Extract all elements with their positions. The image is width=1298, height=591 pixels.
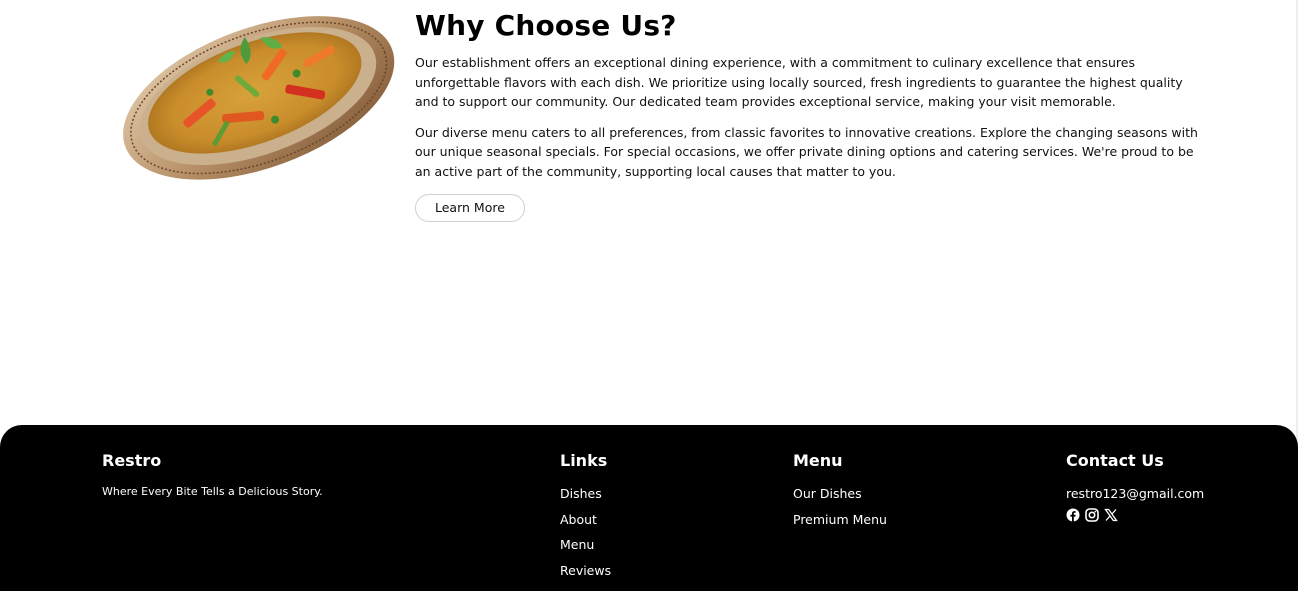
footer-link-reviews[interactable]: Reviews: [560, 563, 611, 578]
social-links: [1066, 507, 1204, 522]
why-choose-us-section: Why Choose Us? Our establishment offers …: [0, 0, 1298, 425]
footer-brand-column: Restro Where Every Bite Tells a Deliciou…: [102, 451, 323, 499]
footer-link-premium-menu[interactable]: Premium Menu: [793, 512, 887, 527]
links-heading: Links: [560, 451, 608, 470]
footer-link-dishes[interactable]: Dishes: [560, 486, 602, 501]
contact-heading: Contact Us: [1066, 451, 1164, 470]
section-title: Why Choose Us?: [415, 9, 677, 42]
list-item: Our Dishes: [793, 486, 887, 501]
brand-name: Restro: [102, 451, 162, 470]
x-icon[interactable]: [1104, 507, 1118, 522]
footer-links-column: Links Dishes About Menu Reviews: [560, 451, 611, 588]
about-paragraph-2: Our diverse menu caters to all preferenc…: [415, 124, 1198, 179]
about-content: Why Choose Us? Our establishment offers …: [415, 8, 1205, 222]
menu-list: Our Dishes Premium Menu: [793, 486, 887, 527]
footer-contact-column: Contact Us restro123@gmail.com: [1066, 451, 1204, 522]
footer-link-our-dishes[interactable]: Our Dishes: [793, 486, 862, 501]
brand-tagline: Where Every Bite Tells a Delicious Story…: [102, 485, 323, 498]
footer-link-menu[interactable]: Menu: [560, 537, 594, 552]
list-item: Menu: [560, 537, 611, 552]
site-footer: Restro Where Every Bite Tells a Deliciou…: [0, 425, 1298, 591]
menu-heading: Menu: [793, 451, 843, 470]
list-item: About: [560, 512, 611, 527]
learn-more-button[interactable]: Learn More: [415, 194, 525, 222]
about-paragraph-1: Our establishment offers an exceptional …: [415, 55, 1183, 109]
contact-email[interactable]: restro123@gmail.com: [1066, 486, 1204, 501]
facebook-icon[interactable]: [1066, 507, 1080, 522]
biryani-dish-image: [123, 16, 395, 180]
list-item: Dishes: [560, 486, 611, 501]
footer-menu-column: Menu Our Dishes Premium Menu: [793, 451, 887, 537]
list-item: Reviews: [560, 563, 611, 578]
links-list: Dishes About Menu Reviews: [560, 486, 611, 578]
footer-link-about[interactable]: About: [560, 512, 597, 527]
instagram-icon[interactable]: [1085, 507, 1099, 522]
list-item: Premium Menu: [793, 512, 887, 527]
